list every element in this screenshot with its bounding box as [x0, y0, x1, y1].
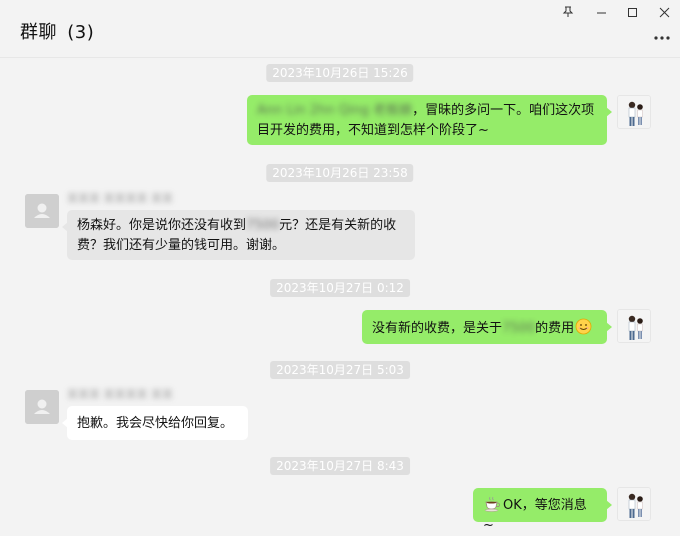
coffee-emoji-icon	[484, 496, 500, 512]
incoming-message-bubble[interactable]: 抱歉。我会尽快给你回复。	[62, 406, 248, 440]
message-timestamp: 2023年10月27日 0:12	[270, 279, 410, 297]
message-timestamp: 2023年10月26日 23:58	[266, 164, 414, 182]
blurred-recipient-name: Ann Lin 2hn Qing 老板娘	[257, 103, 413, 118]
blurred-amount: 7500	[502, 321, 536, 336]
minimize-icon	[596, 12, 606, 13]
minimize-button[interactable]	[585, 0, 617, 24]
pin-icon	[562, 6, 574, 17]
chat-title: 群聊 (3)	[20, 18, 94, 44]
default-user-icon	[25, 390, 59, 424]
couple-photo-icon	[618, 310, 650, 342]
message-timestamp: 2023年10月26日 15:26	[266, 64, 414, 82]
message-text-part: 杨森好。你是说你还没有收到	[77, 218, 247, 233]
couple-photo-icon	[618, 96, 650, 128]
more-icon	[654, 36, 670, 40]
sender-name: 某某某 某某某某 某某	[67, 388, 173, 401]
my-avatar[interactable]	[617, 487, 651, 521]
maximize-icon	[627, 7, 637, 17]
close-button[interactable]	[648, 0, 680, 24]
title-bar: 群聊 (3)	[0, 0, 680, 58]
message-text-part: 的费用	[535, 321, 575, 336]
outgoing-message-bubble[interactable]: OK，等您消息~	[473, 488, 612, 533]
pin-button[interactable]	[552, 0, 584, 24]
contact-avatar[interactable]	[25, 194, 59, 228]
blurred-amount: 7500	[246, 218, 280, 233]
outgoing-message-bubble[interactable]: Ann Lin 2hn Qing 老板娘，冒昧的多问一下。咱们这次项目开发的费用…	[247, 95, 612, 145]
close-icon	[659, 7, 669, 17]
message-text: 抱歉。我会尽快给你回复。	[77, 416, 234, 431]
my-avatar[interactable]	[617, 309, 651, 343]
message-text-part: 没有新的收费，是关于	[372, 321, 503, 336]
chat-window: 群聊 (3) 2023年10月26日 15:26 Ann Lin 2hn Qin…	[0, 0, 680, 536]
contact-avatar[interactable]	[25, 390, 59, 424]
my-avatar[interactable]	[617, 95, 651, 129]
message-timestamp: 2023年10月27日 8:43	[270, 457, 410, 475]
smile-emoji-icon	[575, 318, 592, 335]
member-count: (3)	[67, 22, 95, 43]
group-name: 群聊	[20, 22, 57, 43]
maximize-button[interactable]	[616, 0, 648, 24]
outgoing-message-bubble[interactable]: 没有新的收费，是关于7500的费用	[362, 310, 612, 344]
more-options-button[interactable]	[650, 26, 674, 50]
default-user-icon	[25, 194, 59, 228]
sender-name: 某某某 某某某某 某某	[67, 192, 173, 205]
message-timestamp: 2023年10月27日 5:03	[270, 361, 410, 379]
incoming-message-bubble[interactable]: 杨森好。你是说你还没有收到7500元？还是有关新的收费？我们还有少量的钱可用。谢…	[62, 210, 415, 260]
couple-photo-icon	[618, 488, 650, 520]
